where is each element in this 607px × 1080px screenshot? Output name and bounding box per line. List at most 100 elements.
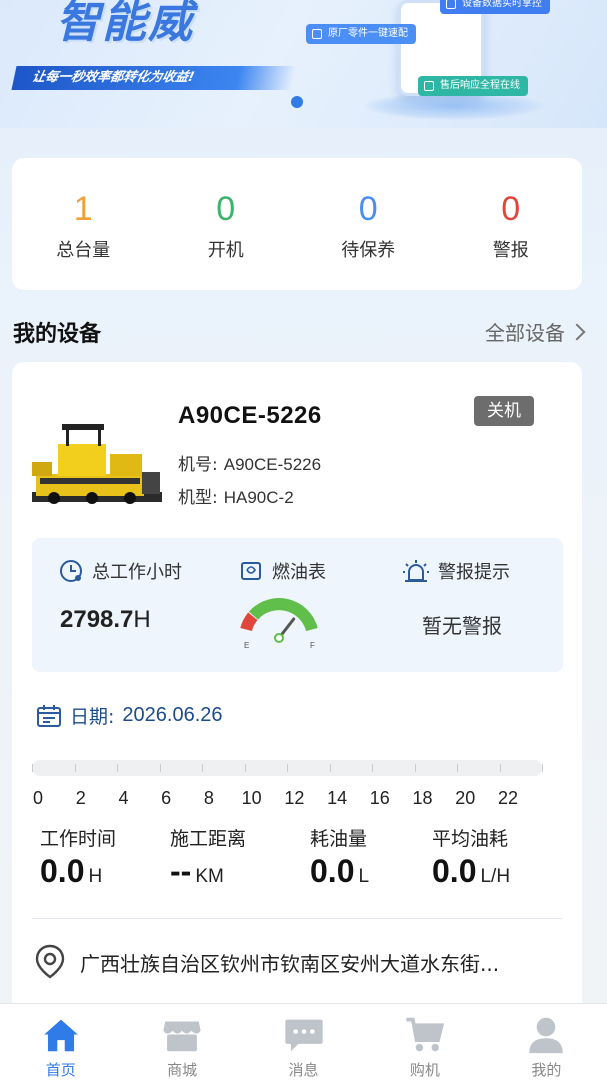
- stat-running[interactable]: 0 开机: [155, 158, 298, 290]
- tab-label: 商城: [167, 1061, 198, 1079]
- tab-messages[interactable]: 消息: [243, 1004, 364, 1080]
- all-devices-link[interactable]: 全部设备: [485, 317, 586, 346]
- timeline-tick: [414, 764, 416, 772]
- tab-home[interactable]: 首页: [0, 1004, 121, 1080]
- model-value: HA90C-2: [223, 488, 294, 507]
- headset-icon: [424, 81, 434, 91]
- machine-number-label: 机号:: [178, 455, 218, 475]
- timeline-tick: [244, 764, 246, 772]
- timeline-hour-label: 0: [32, 788, 44, 808]
- chevron-right-icon: [568, 323, 586, 340]
- tab-profile[interactable]: 我的: [486, 1004, 607, 1080]
- summary-stats-card: 1 总台量 0 开机 0 待保养 0 警报: [12, 158, 582, 290]
- store-icon: [163, 1021, 201, 1052]
- alarm-label: 警报提示: [438, 562, 510, 583]
- paver-machine-image: [32, 424, 162, 504]
- tab-label: 购机: [409, 1061, 440, 1079]
- daily-stat-label: 工作时间: [40, 828, 117, 850]
- daily-stat-value: 0.0 L/H: [432, 853, 511, 889]
- location-row[interactable]: 广西壮族自治区钦州市钦南区安州大道水东街...: [34, 944, 556, 980]
- timeline-hour-label: 4: [118, 788, 129, 808]
- timeline-hour-label: 6: [161, 788, 172, 808]
- bottom-tab-bar: 首页 商城 消息 购机 我的: [0, 1003, 607, 1080]
- date-value: 2026.06.26: [122, 704, 223, 726]
- daily-stat-value: 0.0 H: [40, 853, 103, 889]
- clock-icon: [60, 560, 82, 582]
- banner-chip: 设备数据实时掌控: [440, 0, 550, 14]
- timeline-tick: [287, 764, 288, 772]
- timeline-hour-label: 10: [241, 788, 262, 808]
- timeline-tick: [32, 764, 33, 772]
- device-card[interactable]: A90CE-5226 关机 机号: A90CE-5226 机型: HA90C-2 总…: [12, 362, 582, 1062]
- hours-header: 总工作小时: [58, 558, 182, 584]
- banner-pager-dot[interactable]: [291, 96, 303, 108]
- timeline-hour-label: 22: [497, 788, 519, 808]
- date-row[interactable]: 日期: 2026.06.26: [36, 702, 223, 729]
- daily-fuel-used: 耗油量 0.0 L: [310, 824, 369, 890]
- stat-value: 0: [501, 190, 521, 228]
- timeline-tick: [542, 764, 543, 772]
- alarm-header: 警报提示: [402, 558, 510, 584]
- stat-value: 0: [358, 190, 378, 228]
- status-badge: 关机: [474, 396, 534, 426]
- fuel-header: 燃油表: [238, 558, 326, 584]
- banner-pedestal: [364, 92, 544, 120]
- stat-alarm[interactable]: 0 警报: [440, 158, 583, 290]
- machine-number-row: 机号: A90CE-5226: [178, 450, 321, 475]
- tab-store[interactable]: 商城: [121, 1004, 242, 1080]
- stat-total[interactable]: 1 总台量: [12, 158, 155, 290]
- banner-chip: 原厂零件一键速配: [306, 24, 416, 44]
- tab-purchase[interactable]: 购机: [364, 1004, 485, 1080]
- promo-banner[interactable]: 智能威 让每一秒效率都转化为收益! 设备数据实时掌控 原厂零件一键速配 售后响应…: [0, 0, 607, 128]
- daily-stat-label: 平均油耗: [432, 828, 509, 850]
- user-icon: [529, 1017, 564, 1054]
- gauge-empty-label: E: [244, 641, 249, 650]
- stat-label: 警报: [492, 240, 529, 261]
- machine-number-value: A90CE-5226: [223, 455, 322, 474]
- daily-stat-label: 耗油量: [310, 828, 368, 850]
- timeline-tick: [329, 764, 331, 772]
- stat-value: 0: [216, 190, 236, 228]
- alarm-light-icon: [403, 560, 429, 582]
- model-row: 机型: HA90C-2: [178, 483, 294, 508]
- stat-value: 1: [73, 190, 93, 228]
- daily-stat-label: 施工距离: [170, 828, 247, 850]
- banner-title: 智能威: [56, 0, 194, 48]
- all-devices-label: 全部设备: [485, 321, 565, 345]
- timeline-tick: [117, 764, 118, 772]
- device-name: A90CE-5226: [178, 402, 322, 429]
- timeline-hour-label: 20: [455, 788, 476, 808]
- timeline-tick: [159, 764, 161, 772]
- daily-stat-value: -- KM: [170, 853, 224, 889]
- stat-label: 总台量: [56, 240, 111, 261]
- tab-label: 首页: [45, 1061, 76, 1079]
- location-pin-icon: [35, 944, 65, 979]
- message-icon: [284, 1019, 323, 1052]
- timeline-tick: [457, 764, 458, 772]
- truck-icon: [312, 29, 322, 39]
- daily-distance: 施工距离 -- KM: [170, 824, 246, 890]
- stat-maintenance[interactable]: 0 待保养: [297, 158, 440, 290]
- fuel-gauge: E F: [240, 598, 318, 650]
- timeline-hour-label: 8: [203, 788, 214, 808]
- daily-work-time: 工作时间 0.0 H: [40, 824, 116, 890]
- timeline-hour-label: 2: [75, 788, 86, 808]
- gauge-ok-arc: [249, 598, 318, 632]
- chart-icon: [446, 0, 456, 9]
- calendar-icon: [37, 704, 61, 727]
- timeline-hour-label: 12: [284, 788, 305, 808]
- alarm-value: 暂无警报: [422, 614, 502, 638]
- timeline-tick: [372, 764, 373, 772]
- banner-chip: 售后响应全程在线: [418, 76, 528, 96]
- fuel-label: 燃油表: [272, 562, 326, 583]
- gauge-full-label: F: [310, 641, 315, 650]
- timeline-hour-label: 18: [412, 788, 433, 808]
- stat-label: 待保养: [341, 240, 396, 261]
- section-title: 我的设备: [13, 322, 102, 347]
- timeline-tick: [499, 764, 501, 772]
- model-label: 机型:: [178, 488, 218, 508]
- fuel-icon: [241, 562, 261, 580]
- tab-label: 我的: [531, 1061, 562, 1079]
- banner-slogan: 让每一秒效率都转化为收益!: [11, 66, 297, 90]
- timeline-hour-label: 14: [327, 788, 348, 808]
